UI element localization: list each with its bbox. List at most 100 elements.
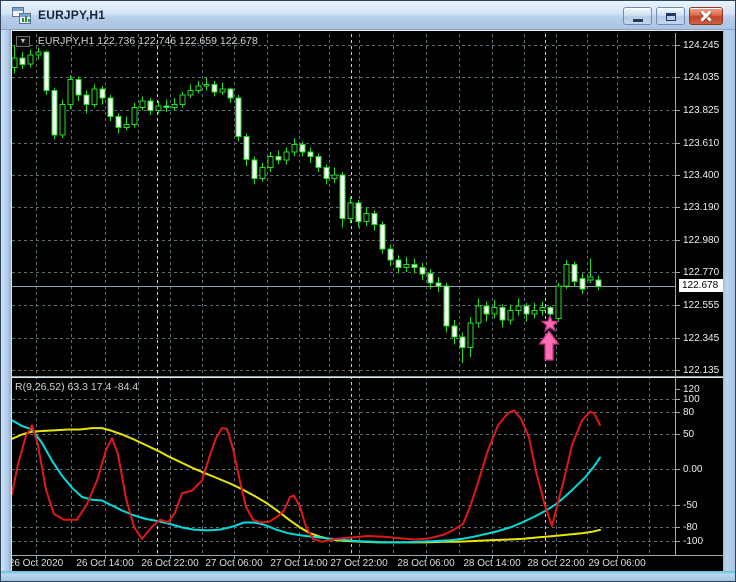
candle (379, 223, 386, 250)
candle (491, 307, 498, 315)
candle (459, 336, 466, 349)
candle (507, 310, 514, 321)
candle (59, 103, 66, 136)
candle (275, 156, 282, 161)
candle (12, 57, 18, 68)
time-axis-label: 28 Oct 22:00 (527, 558, 585, 569)
candle (83, 94, 90, 105)
candle (387, 248, 394, 261)
candle (451, 325, 458, 338)
candle (539, 307, 546, 312)
candle (299, 143, 306, 153)
candlesticks (12, 45, 602, 364)
candle (467, 322, 474, 349)
time-axis-label: 26 Oct 22:00 (141, 558, 199, 569)
candle (483, 305, 490, 315)
time-axis-label: 27 Oct 22:00 (330, 558, 388, 569)
candle (179, 94, 186, 105)
candle (219, 88, 226, 93)
candle (171, 103, 178, 108)
symbol-dropdown-button[interactable]: ▼ (16, 35, 30, 47)
candle (475, 305, 482, 324)
candle (163, 105, 170, 108)
indicator-info: R(9,26,52) 63.3 17.4 -84.4 (15, 381, 139, 393)
candle (19, 57, 26, 65)
candle (195, 85, 202, 91)
candle (99, 88, 106, 99)
candle (531, 310, 538, 315)
candle (331, 174, 338, 179)
candle (419, 267, 426, 275)
candle (315, 156, 322, 168)
chart-canvas[interactable] (12, 31, 723, 573)
candle (235, 97, 242, 138)
oscillator-lines (12, 409, 601, 544)
candle (291, 143, 298, 153)
minimize-button[interactable] (623, 7, 652, 25)
time-axis-label: 26 Oct 2020 (11, 558, 64, 569)
candle (27, 54, 34, 65)
ohlc-info: ▼ EURJPY,H1 122.736 122.746 122.659 122.… (16, 35, 258, 48)
candle (307, 151, 314, 158)
candle (107, 97, 114, 118)
price-axis-label: 122.770 (683, 267, 720, 278)
candle (515, 305, 522, 312)
window-border-right (721, 30, 735, 581)
candle (139, 100, 146, 108)
price-axis-label: 123.190 (683, 202, 720, 213)
price-axis-label: 123.400 (683, 170, 720, 181)
candle (227, 88, 234, 99)
candle (283, 151, 290, 161)
maximize-icon (666, 13, 676, 21)
oscillator-axis-label: 50 (683, 429, 695, 440)
candle (251, 159, 258, 179)
candle (35, 51, 42, 56)
candle (211, 83, 218, 93)
candle (443, 285, 450, 327)
window-title: EURJPY,H1 (38, 8, 106, 22)
chart-area[interactable]: ▼ EURJPY,H1 122.736 122.746 122.659 122.… (11, 30, 723, 573)
price-axis-label: 123.825 (683, 105, 720, 116)
candle (43, 51, 50, 91)
maximize-button[interactable] (656, 7, 685, 25)
candle (587, 276, 594, 281)
minimize-icon (633, 19, 643, 22)
candle (67, 79, 74, 105)
candle (339, 174, 346, 219)
pane-separator (12, 376, 723, 378)
candle (499, 307, 506, 321)
candle (155, 105, 162, 111)
close-button[interactable] (689, 7, 723, 25)
annotations (538, 313, 560, 361)
candle (347, 202, 354, 219)
candle (323, 167, 330, 179)
oscillator-axis-label: -50 (683, 500, 698, 511)
candle (243, 136, 250, 161)
candle (147, 100, 154, 111)
oscillator-axis-label: 100 (683, 394, 700, 405)
candle (355, 202, 362, 222)
time-axis-label: 28 Oct 06:00 (397, 558, 455, 569)
ohlc-text: EURJPY,H1 122.736 122.746 122.659 122.67… (37, 35, 258, 47)
candle (363, 213, 370, 222)
candle (555, 285, 562, 319)
close-icon (700, 10, 713, 23)
chevron-down-icon: ▼ (19, 37, 27, 45)
oscillator-axis-label: -80 (683, 522, 698, 533)
icon-front-pane (19, 13, 31, 24)
current-price-label: 122.678 (679, 279, 723, 292)
oscillator-axis-label: -100 (683, 536, 704, 547)
window-border-bottom (1, 571, 735, 581)
candle (131, 106, 138, 125)
price-axis-label: 122.135 (683, 365, 720, 376)
time-axis-label: 26 Oct 14:00 (76, 558, 134, 569)
window-border-left (1, 30, 11, 581)
time-axis-label: 27 Oct 06:00 (205, 558, 263, 569)
time-axis-label: 27 Oct 14:00 (270, 558, 328, 569)
candle (563, 264, 570, 287)
title-bar[interactable]: EURJPY,H1 (1, 1, 735, 30)
candle (579, 277, 586, 290)
axis-lines (12, 33, 723, 559)
oscillator-axis-label: 0.00 (683, 464, 703, 475)
candle (91, 88, 98, 105)
